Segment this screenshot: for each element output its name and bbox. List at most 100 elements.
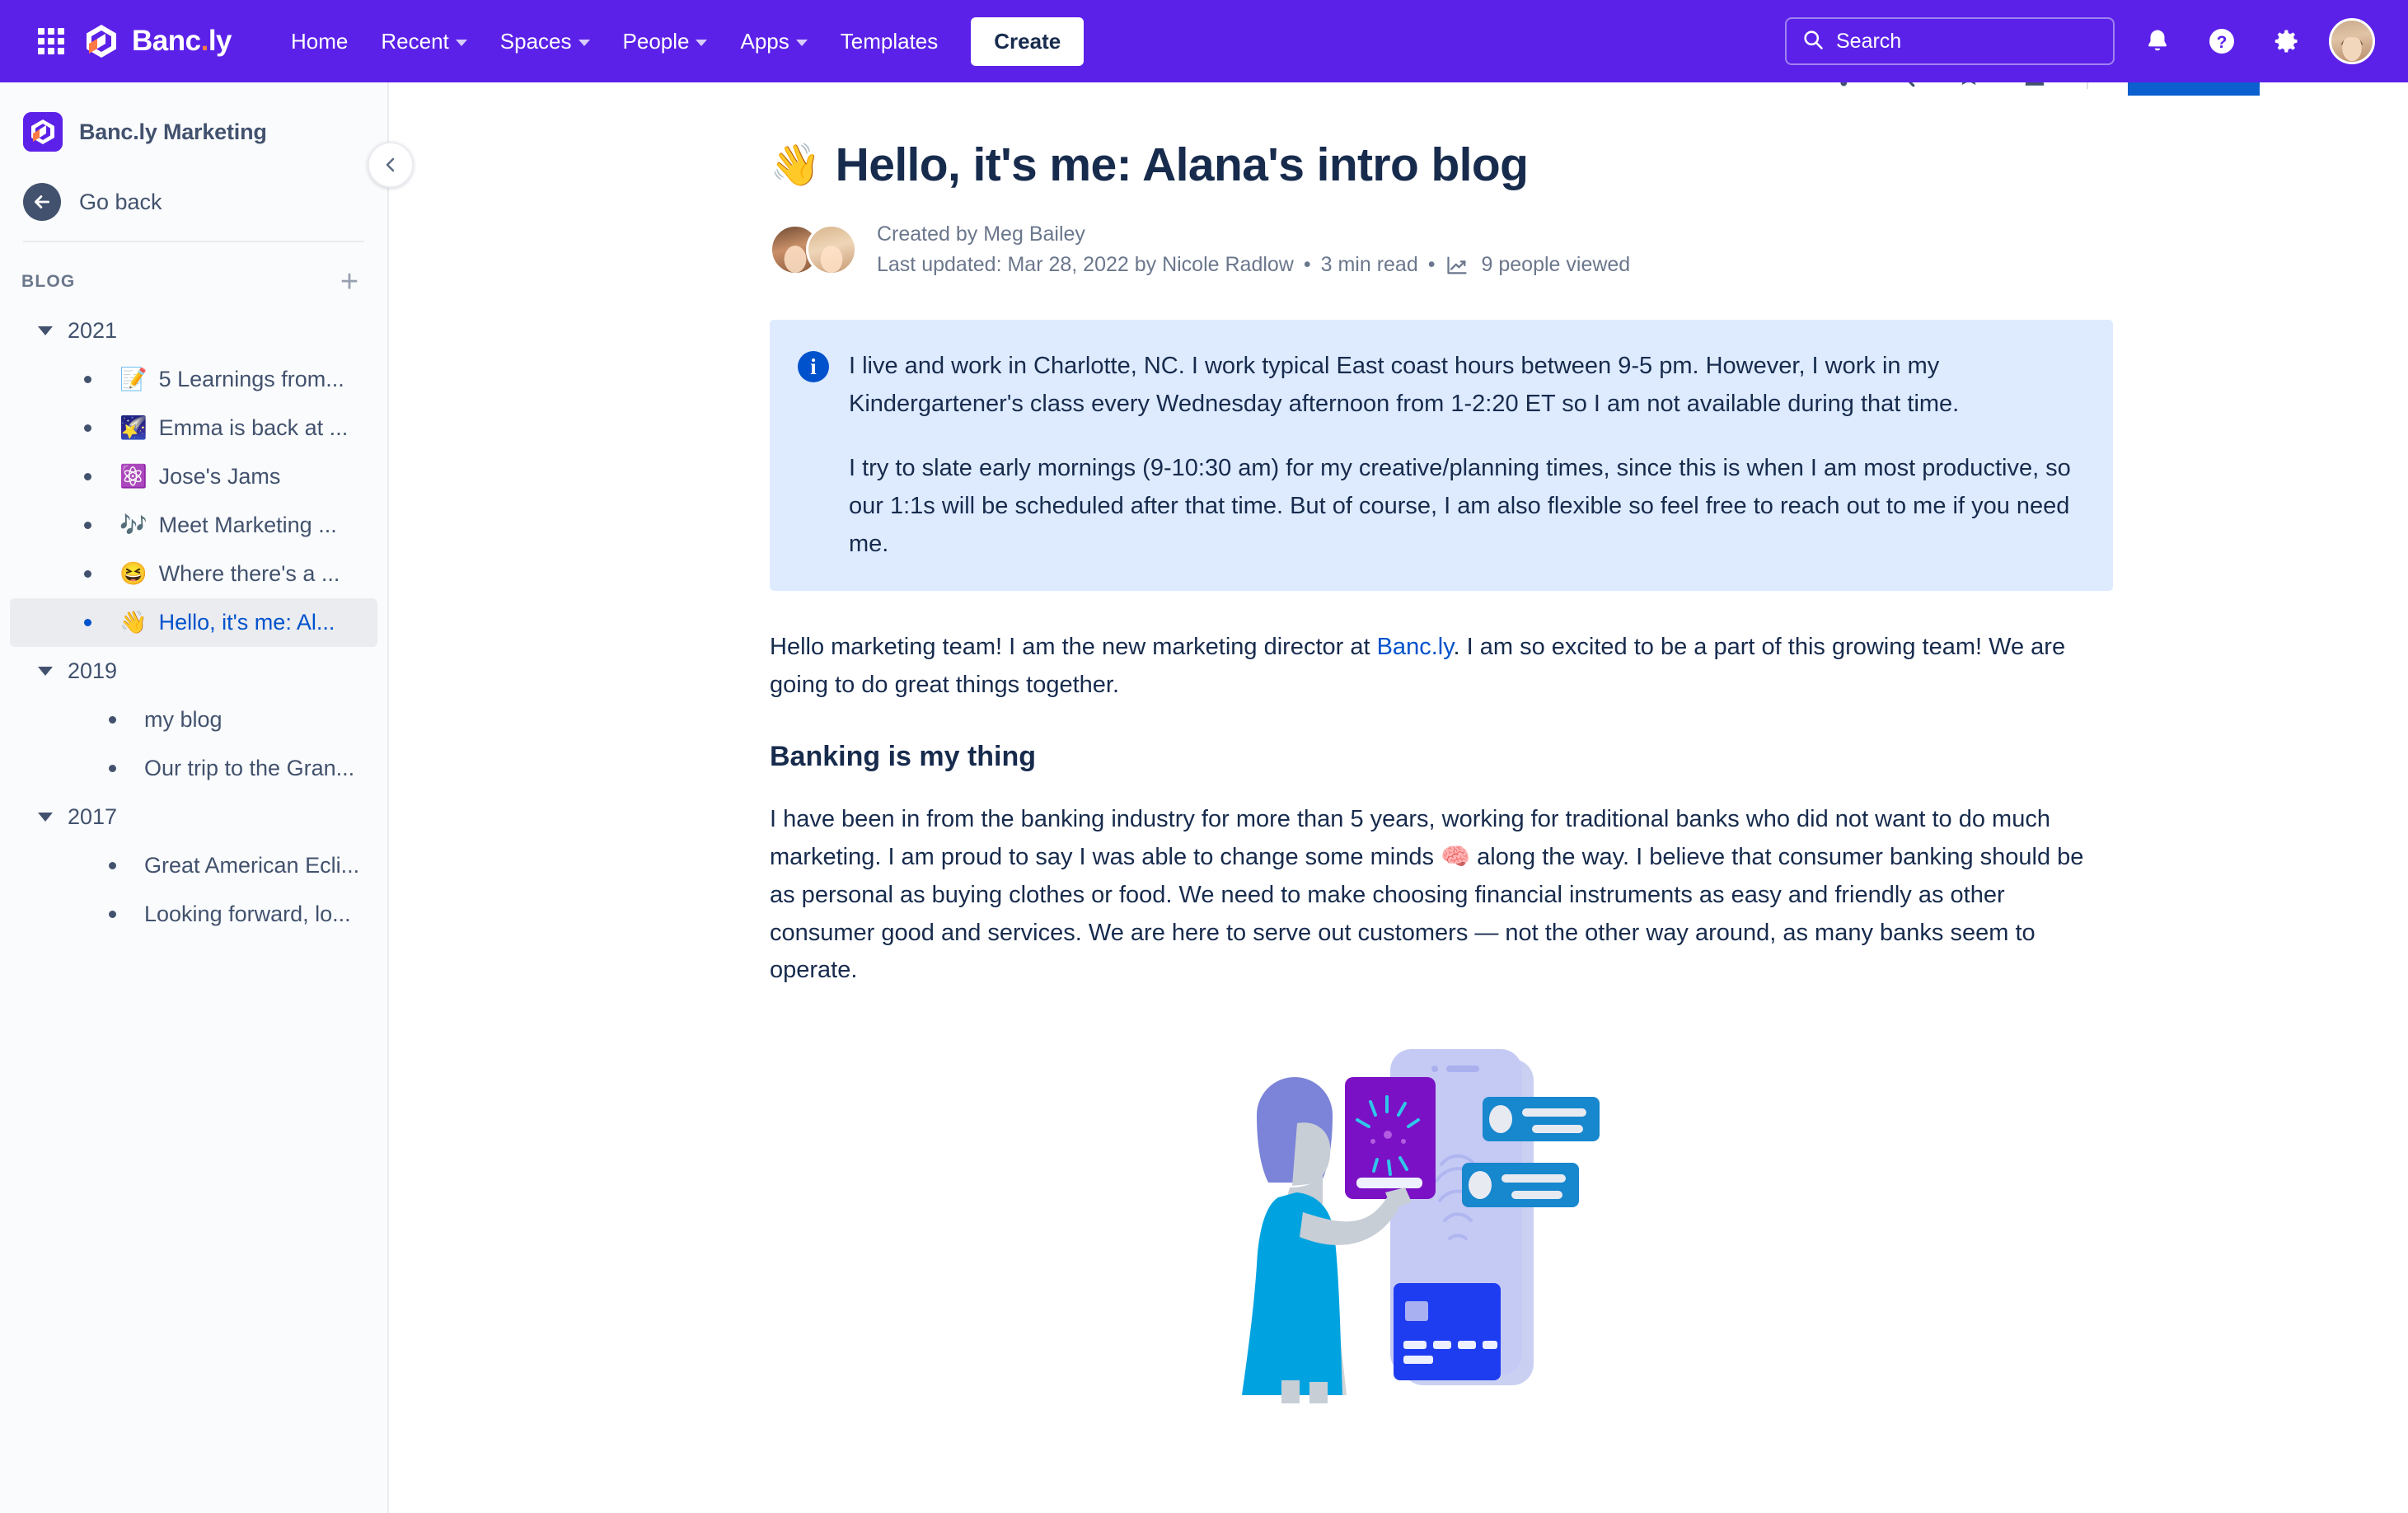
info-icon: i (798, 351, 829, 383)
brand-name: Banc.ly (132, 25, 232, 57)
search-icon (1801, 28, 1825, 55)
intro-paragraph: Hello marketing team! I am the new marke… (770, 629, 2113, 705)
space-header[interactable]: Banc.ly Marketing (0, 82, 387, 165)
created-by-text: Created by Meg Bailey (877, 222, 1085, 246)
info-paragraph-1: I live and work in Charlotte, NC. I work… (849, 353, 1960, 418)
tree-item-my-blog[interactable]: my blog (10, 696, 377, 744)
edit-button[interactable] (2128, 82, 2260, 96)
grid-apps-icon[interactable] (33, 23, 69, 59)
create-button[interactable]: Create (971, 16, 1085, 66)
chevron-down-icon[interactable] (38, 813, 53, 822)
tree-item-great-american-eclipse[interactable]: Great American Ecli... (10, 841, 377, 890)
section-label: BLOG (21, 272, 76, 291)
tree-item-label: Great American Ecli... (144, 853, 360, 878)
info-panel: i I live and work in Charlotte, NC. I wo… (770, 320, 2113, 592)
horizontal-scrollbar[interactable] (391, 1505, 2408, 1513)
avatar (806, 224, 857, 276)
chevron-down-icon (578, 39, 590, 46)
tree-item-joses-jams[interactable]: ⚛️ Jose's Jams (10, 452, 377, 501)
search-placeholder: Search (1836, 29, 1902, 53)
nav-label: People (622, 28, 690, 54)
arrow-left-icon (23, 183, 61, 221)
music-notes-icon: 🎶 (119, 513, 148, 537)
byline: Created by Meg Bailey Last updated: Mar … (770, 221, 2039, 277)
brand-logo[interactable]: Banc.ly (82, 22, 232, 60)
tree-item-where-theres-a[interactable]: 😆 Where there's a ... (10, 550, 377, 598)
tree-year-2021[interactable]: 2021 (10, 307, 377, 355)
space-sidebar: Banc.ly Marketing Go back BLOG + 2021 📝 … (0, 82, 389, 1513)
content-toolbar-strip (389, 82, 2408, 96)
page-tree: 2021 📝 5 Learnings from... 🌠 Emma is bac… (0, 307, 387, 939)
tree-item-meet-marketing[interactable]: 🎶 Meet Marketing ... (10, 501, 377, 550)
nav-item-spaces[interactable]: Spaces (484, 19, 607, 64)
settings-gear-icon[interactable] (2265, 20, 2307, 63)
byline-text: Created by Meg Bailey Last updated: Mar … (877, 221, 1630, 277)
search-page-icon[interactable] (1889, 82, 1917, 89)
bancly-link[interactable]: Banc.ly (1377, 634, 1454, 660)
tree-item-label: Where there's a ... (158, 561, 340, 586)
notifications-bell-icon[interactable] (2136, 20, 2179, 63)
tree-item-label: Emma is back at ... (158, 415, 349, 440)
waving-hand-icon: 👋 (770, 142, 821, 189)
bullet-icon (84, 376, 91, 383)
toolbar-divider (2087, 82, 2088, 89)
laughing-face-icon: 😆 (119, 561, 148, 586)
share-icon[interactable] (1823, 82, 1851, 89)
page-title: 👋 Hello, it's me: Alana's intro blog (770, 137, 2039, 193)
sidebar-collapse-button[interactable] (368, 142, 414, 188)
tree-item-label: Meet Marketing ... (158, 513, 337, 537)
go-back-button[interactable]: Go back (0, 165, 387, 241)
tree-item-our-trip[interactable]: Our trip to the Gran... (10, 744, 377, 793)
tree-group-2017: 2017 Great American Ecli... Looking forw… (0, 793, 387, 939)
bullet-icon (84, 522, 91, 529)
nav-item-apps[interactable]: Apps (724, 19, 823, 64)
chevron-down-icon (455, 39, 467, 46)
chevron-down-icon (795, 39, 808, 46)
chevron-down-icon[interactable] (38, 326, 53, 335)
waving-hand-icon: 👋 (119, 610, 148, 635)
shooting-star-icon: 🌠 (119, 415, 148, 440)
section-heading-banking: Banking is my thing (770, 741, 1037, 773)
bullet-icon (84, 424, 91, 432)
info-panel-body: I live and work in Charlotte, NC. I work… (849, 348, 2080, 563)
star-icon[interactable] (1955, 82, 1983, 89)
intro-text-before: Hello marketing team! I am the new marke… (770, 634, 1377, 661)
primary-nav-links: Home Recent Spaces People Apps Templates… (274, 16, 1085, 66)
user-avatar[interactable] (2329, 18, 2375, 64)
tree-item-label: my blog (144, 707, 223, 732)
bullet-icon (109, 765, 116, 772)
nav-label: Spaces (499, 28, 572, 54)
nav-item-home[interactable]: Home (274, 19, 364, 64)
document-content-area: 👋 Hello, it's me: Alana's intro blog Cre… (391, 96, 2408, 1513)
watch-person-icon[interactable] (2021, 82, 2049, 89)
tree-group-2019: 2019 my blog Our trip to the Gran... (0, 647, 387, 793)
tree-item-hello-its-me[interactable]: 👋 Hello, it's me: Al... (10, 598, 377, 647)
tree-year-2017[interactable]: 2017 (10, 793, 377, 841)
chevron-down-icon[interactable] (38, 667, 53, 676)
add-page-button[interactable]: + (333, 265, 366, 298)
bullet-icon (109, 716, 116, 724)
tree-item-looking-forward[interactable]: Looking forward, lo... (10, 890, 377, 939)
nav-item-recent[interactable]: Recent (364, 19, 483, 64)
nav-item-templates[interactable]: Templates (824, 19, 955, 64)
author-avatars (770, 221, 859, 276)
search-input[interactable]: Search (1785, 17, 2115, 65)
meta-separator: • (1303, 253, 1311, 277)
tree-item-emma-is-back[interactable]: 🌠 Emma is back at ... (10, 404, 377, 452)
tree-year-label: 2017 (68, 804, 118, 829)
nav-item-people[interactable]: People (607, 19, 724, 64)
help-question-icon[interactable]: ? (2200, 20, 2243, 63)
tree-item-label: Our trip to the Gran... (144, 756, 355, 780)
tree-group-2021: 2021 📝 5 Learnings from... 🌠 Emma is bac… (0, 307, 387, 647)
go-back-label: Go back (79, 189, 162, 214)
top-navigation-bar: Banc.ly Home Recent Spaces People Apps T… (0, 0, 2408, 82)
tree-item-5-learnings[interactable]: 📝 5 Learnings from... (10, 355, 377, 404)
illustration-figure (770, 1026, 2113, 1405)
tree-year-2019[interactable]: 2019 (10, 647, 377, 696)
tree-item-label: Jose's Jams (158, 464, 281, 489)
nav-label: Apps (740, 28, 789, 54)
last-updated-text: Last updated: Mar 28, 2022 by Nicole Rad… (877, 253, 1294, 277)
tree-item-label: Looking forward, lo... (144, 902, 351, 926)
memo-icon: 📝 (119, 367, 148, 391)
page-title-text: Hello, it's me: Alana's intro blog (835, 138, 1529, 191)
